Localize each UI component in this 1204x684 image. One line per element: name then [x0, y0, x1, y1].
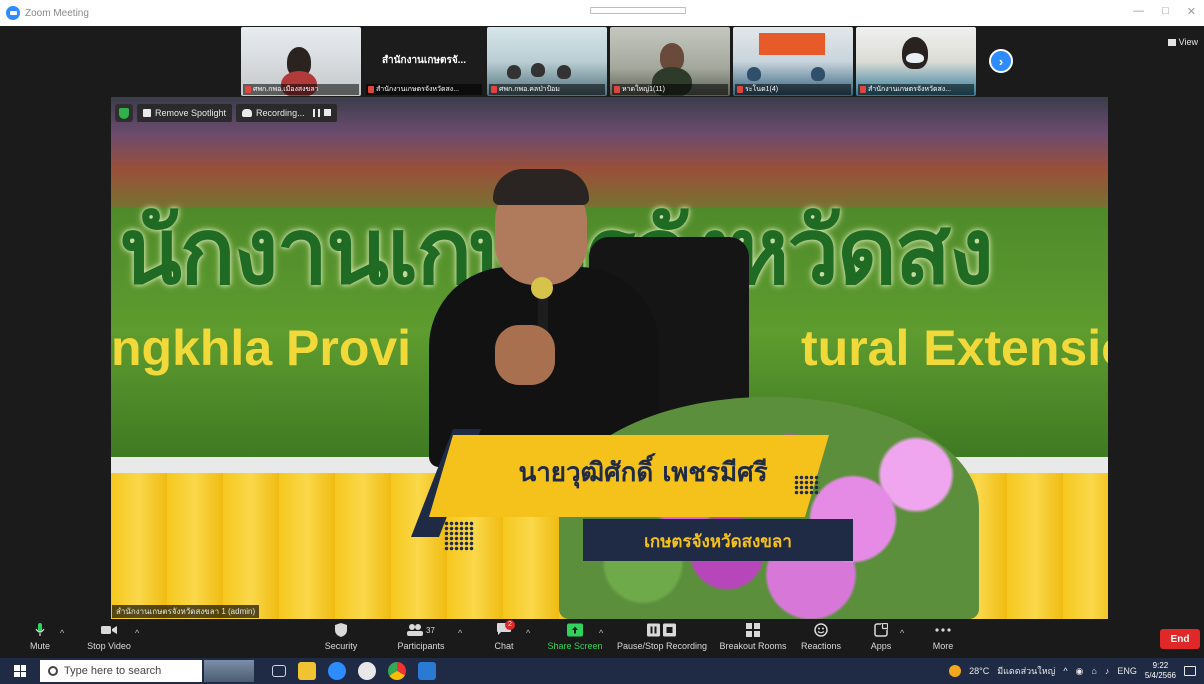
video-overlay-controls: Remove Spotlight Recording...	[115, 104, 337, 122]
video-participant-label: สำนักงานเกษตรจังหวัดสงขลา 1 (admin)	[112, 605, 260, 618]
backdrop-eng-left: ngkhla Provi	[111, 320, 412, 376]
weather-text[interactable]: มีแดดส่วนใหญ่	[997, 664, 1055, 678]
thumbnail-video[interactable]: ระโนด1(4)	[733, 27, 853, 96]
chevron-up-icon[interactable]: ^	[526, 628, 530, 638]
thumbnail-video[interactable]: ศพก.กพอ.คลป่าป้อม	[487, 27, 607, 96]
grid-view-icon	[1167, 38, 1176, 46]
taskbar-search[interactable]: Type here to search	[40, 660, 202, 682]
pause-stop-recording-button[interactable]: Pause/Stop Recording	[616, 623, 708, 651]
participants-button[interactable]: 37 Participants	[395, 623, 447, 651]
tray-icon[interactable]: ◉	[1076, 666, 1084, 677]
pause-icon[interactable]	[312, 109, 320, 117]
pin-icon	[143, 109, 151, 117]
network-icon[interactable]: ⌂	[1091, 666, 1096, 676]
participants-count: 37	[426, 625, 435, 635]
grid-icon	[746, 623, 760, 637]
meeting-toolbar: Mute ^ Stop Video ^ Security 37 Particip…	[0, 620, 1204, 658]
window-title: Zoom Meeting	[25, 7, 89, 19]
shield-icon	[335, 623, 347, 637]
security-button[interactable]: Security	[322, 623, 360, 651]
app-icon[interactable]	[358, 662, 376, 680]
chevron-right-icon: ›	[998, 53, 1004, 69]
minimize-icon[interactable]: —	[1133, 5, 1144, 18]
weather-sun-icon[interactable]	[949, 665, 962, 677]
thumbnail-participant-name: สำนักงานเกษตรจั...	[381, 55, 467, 66]
clock-date: 5/4/2566	[1144, 671, 1176, 680]
lang-indicator[interactable]: ENG	[1117, 666, 1137, 676]
thumbnail-video[interactable]: หาดใหญ่1(11)	[610, 27, 730, 96]
next-page-button[interactable]: ›	[989, 49, 1013, 73]
smiley-icon	[814, 623, 828, 637]
chevron-up-icon[interactable]: ^	[900, 628, 904, 638]
drag-handle[interactable]	[590, 7, 686, 14]
file-explorer-icon[interactable]	[298, 662, 316, 680]
search-icon	[48, 666, 58, 676]
remove-spotlight-button[interactable]: Remove Spotlight	[137, 104, 233, 122]
chevron-up-icon[interactable]: ^	[1063, 666, 1067, 676]
cloud-icon	[242, 109, 253, 117]
speaker-title: เกษตรจังหวัดสงขลา	[644, 532, 792, 552]
windows-logo-icon	[14, 665, 26, 677]
thumbnail-label: ศพก.กพอ.คลป่าป้อม	[489, 84, 605, 95]
breakout-rooms-button[interactable]: Breakout Rooms	[718, 623, 788, 651]
search-highlight-image[interactable]	[204, 660, 254, 682]
start-button[interactable]	[0, 658, 40, 684]
chevron-up-icon[interactable]: ^	[599, 628, 603, 638]
chrome-icon[interactable]	[388, 662, 406, 680]
thumbnail-label: ศพก.กพอ.เมืองสงขลา	[243, 84, 359, 95]
window-titlebar: Zoom Meeting — □ ✕	[0, 0, 1204, 26]
video-camera-icon	[101, 626, 117, 634]
stop-video-button[interactable]: Stop Video	[84, 623, 134, 651]
more-button[interactable]: More	[928, 623, 958, 651]
pause-stop-icon	[647, 623, 676, 637]
chat-button[interactable]: 2 Chat	[490, 620, 518, 651]
search-placeholder: Type here to search	[64, 665, 162, 677]
microphone-icon	[35, 623, 45, 636]
people-icon	[407, 624, 424, 636]
mute-button[interactable]: Mute	[26, 623, 54, 651]
chevron-up-icon[interactable]: ^	[60, 628, 64, 638]
taskbar-clock[interactable]: 9:22 5/4/2566	[1145, 661, 1176, 681]
apps-button[interactable]: Apps	[867, 623, 895, 651]
chevron-up-icon[interactable]: ^	[458, 628, 462, 638]
recording-indicator[interactable]: Recording...	[236, 104, 337, 122]
security-shield-icon[interactable]	[115, 104, 133, 122]
speaker-name: นายวุฒิศักดิ์ เพชรมีศรี	[518, 458, 768, 488]
zoom-logo-icon	[6, 6, 20, 20]
thumbnail-strip: ศพก.กพอ.เมืองสงขลา สำนักงานเกษตรจั... สำ…	[241, 27, 976, 96]
more-dots-icon	[935, 628, 951, 632]
thumbnail-label: ระโนด1(4)	[735, 84, 851, 95]
thumbnail-label: หาดใหญ่1(11)	[612, 84, 728, 95]
apps-icon	[874, 623, 888, 637]
weather-temp[interactable]: 28°C	[969, 666, 989, 676]
zoom-app-icon[interactable]	[328, 662, 346, 680]
stop-icon[interactable]	[323, 109, 331, 116]
share-arrow-icon	[567, 623, 583, 637]
clock-time: 9:22	[1152, 661, 1169, 670]
system-tray: 28°C มีแดดส่วนใหญ่ ^ ◉ ⌂ ♪ ENG 9:22 5/4/…	[949, 658, 1204, 684]
main-video[interactable]: นักงานเกษตรจังหวัดสง ngkhla Provi tural …	[111, 97, 1108, 619]
thumbnail-label: สำนักงานเกษตรจังหวัดสง...	[858, 84, 974, 95]
view-label: View	[1178, 37, 1198, 47]
os-taskbar: Type here to search 28°C มีแดดส่วนใหญ่ ^…	[0, 658, 1204, 684]
chevron-up-icon[interactable]: ^	[135, 628, 139, 638]
window-controls: — □ ✕	[1133, 5, 1196, 18]
thumbnail-video[interactable]: สำนักงานเกษตรจังหวัดสง...	[856, 27, 976, 96]
thumbnail-label: สำนักงานเกษตรจังหวัดสง...	[366, 84, 482, 95]
photos-icon[interactable]	[418, 662, 436, 680]
chat-badge: 2	[505, 620, 515, 630]
share-screen-button[interactable]: Share Screen	[547, 623, 603, 651]
microphone-prop	[531, 277, 553, 299]
thumbnail-video[interactable]: สำนักงานเกษตรจั... สำนักงานเกษตรจังหวัดส…	[364, 27, 484, 96]
close-icon[interactable]: ✕	[1187, 5, 1196, 18]
reactions-button[interactable]: Reactions	[799, 623, 843, 651]
maximize-icon[interactable]: □	[1162, 5, 1169, 18]
backdrop-eng-right: tural Extensio	[801, 320, 1108, 376]
volume-icon[interactable]: ♪	[1105, 666, 1110, 676]
task-view-icon[interactable]	[272, 665, 286, 677]
end-meeting-button[interactable]: End	[1160, 629, 1200, 649]
view-button[interactable]: View	[1167, 37, 1198, 47]
thumbnail-video[interactable]: ศพก.กพอ.เมืองสงขลา	[241, 27, 361, 96]
notification-icon[interactable]	[1184, 666, 1196, 676]
